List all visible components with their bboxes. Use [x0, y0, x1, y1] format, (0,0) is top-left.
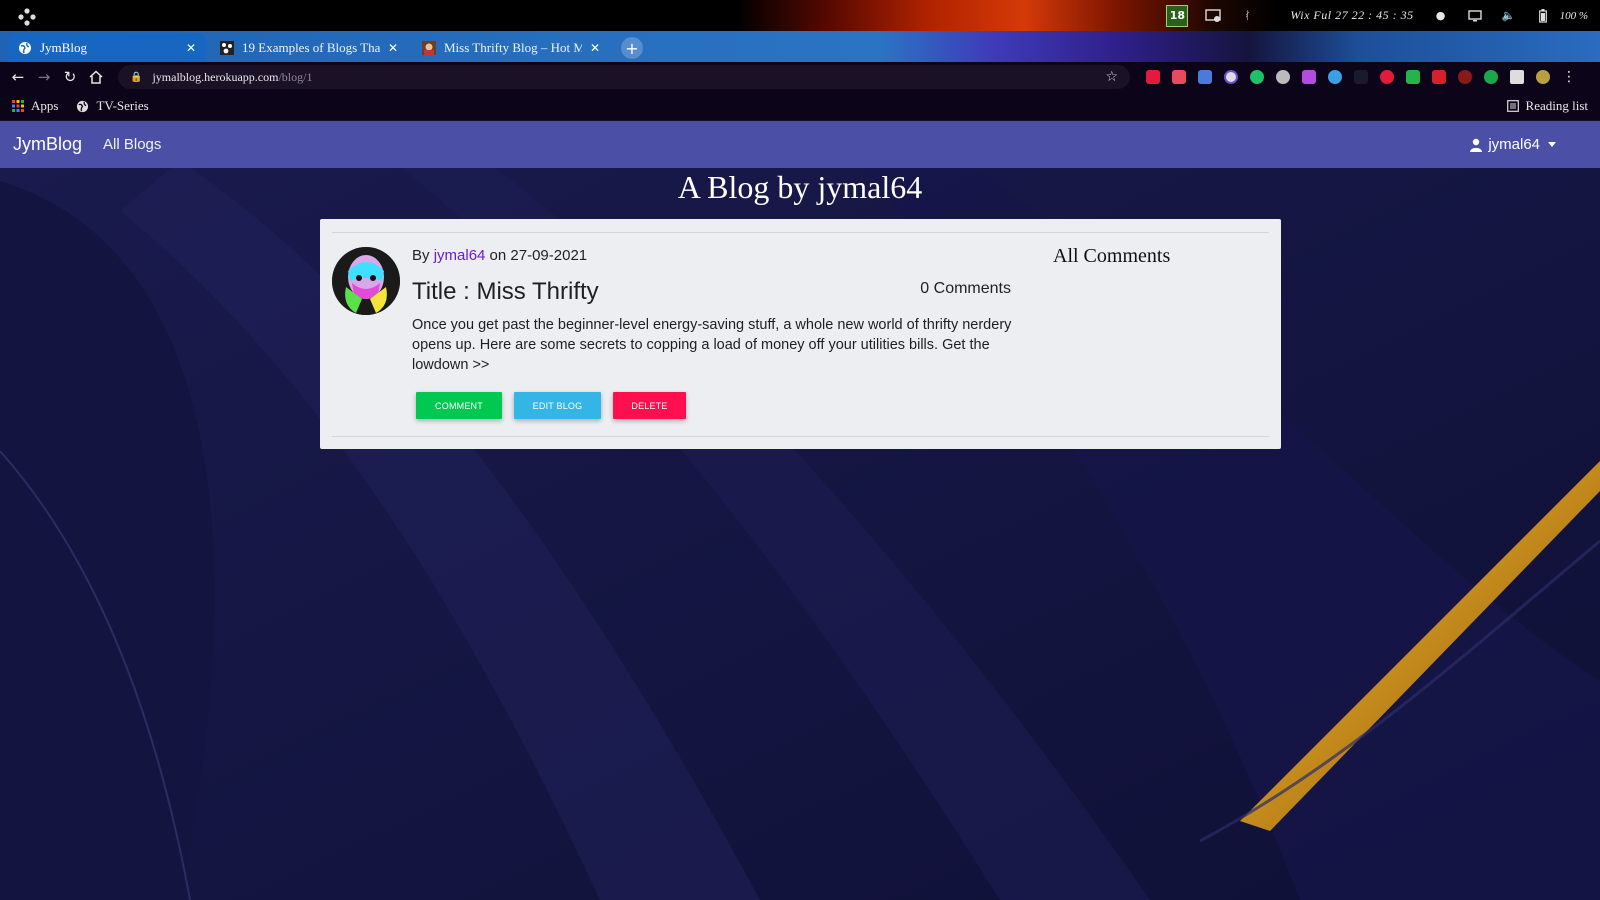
- back-icon[interactable]: ←: [5, 64, 31, 90]
- reload-icon[interactable]: ↻: [57, 64, 83, 90]
- volume-icon[interactable]: 🔈: [1500, 8, 1518, 24]
- comment-button[interactable]: COMMENT: [416, 392, 502, 419]
- extension-plus-icon[interactable]: [1250, 70, 1264, 84]
- user-dropdown[interactable]: jymal64: [1470, 121, 1556, 168]
- delete-button[interactable]: DELETE: [613, 392, 686, 419]
- battery-percent: 100 %: [1559, 9, 1588, 22]
- extension-pdf-icon[interactable]: [1432, 70, 1446, 84]
- globe-icon: [18, 41, 32, 55]
- extension-record-icon[interactable]: [1172, 70, 1186, 84]
- nav-all-blogs[interactable]: All Blogs: [103, 136, 161, 153]
- web-page: JymBlog All Blogs jymal64 A Blog by jyma…: [0, 121, 1600, 900]
- author-avatar: [332, 247, 400, 315]
- edit-blog-button[interactable]: EDIT BLOG: [514, 392, 601, 419]
- tab-title: 19 Examples of Blogs That: [242, 39, 380, 55]
- site-navbar: JymBlog All Blogs jymal64: [0, 121, 1600, 168]
- byline-prefix: By: [412, 247, 430, 264]
- lock-icon[interactable]: 🔒: [130, 72, 142, 83]
- extension-red-play-icon[interactable]: [1146, 70, 1160, 84]
- page-title: A Blog by jymal64: [677, 169, 923, 205]
- close-tab-icon[interactable]: ✕: [388, 41, 398, 55]
- url-path: /blog/1: [278, 69, 313, 84]
- globe-icon: [76, 100, 89, 113]
- battery-icon[interactable]: [1534, 8, 1552, 24]
- extension-dark-icon[interactable]: [1354, 70, 1368, 84]
- extension-green-b-icon[interactable]: [1484, 70, 1498, 84]
- extension-dark-mode-icon[interactable]: [1276, 70, 1290, 84]
- extension-pen-icon[interactable]: [1302, 70, 1316, 84]
- username-label: jymal64: [1488, 136, 1540, 153]
- divider: [332, 232, 1269, 233]
- reading-list-button[interactable]: Reading list: [1506, 98, 1588, 114]
- blog-card: By jymal64 on 27-09-2021 Title : Miss Th…: [320, 219, 1281, 449]
- extension-no-icon[interactable]: [1458, 70, 1472, 84]
- bluetooth-icon[interactable]: ᚰ: [1238, 8, 1256, 24]
- clock[interactable]: Wix Ful 27 22 : 45 : 35: [1290, 8, 1413, 23]
- notification-dot-icon[interactable]: ●: [1432, 8, 1450, 24]
- bookmark-label: TV-Series: [96, 98, 149, 113]
- author-link[interactable]: jymal64: [434, 247, 486, 264]
- tab-blog-examples[interactable]: 19 Examples of Blogs That ✕: [210, 33, 408, 62]
- post-body: Once you get past the beginner-level ene…: [412, 317, 1012, 373]
- reading-list-label: Reading list: [1525, 98, 1588, 113]
- extension-blue-icon[interactable]: [1328, 70, 1342, 84]
- display-icon[interactable]: [1466, 8, 1484, 24]
- screen-record-icon[interactable]: [1204, 8, 1222, 24]
- caret-down-icon: [1548, 142, 1556, 147]
- url-host: jymalblog.herokuapp.com: [152, 69, 279, 84]
- comment-count: 0 Comments: [920, 280, 1011, 297]
- os-menu-icon[interactable]: [17, 8, 37, 26]
- bookmark-tv-series[interactable]: TV-Series: [76, 98, 149, 114]
- extensions-row: ⋮: [1140, 62, 1582, 92]
- forward-icon[interactable]: →: [31, 64, 57, 90]
- user-icon: [1470, 138, 1483, 152]
- bookmarks-bar: Apps TV-Series Reading list: [0, 92, 1600, 121]
- bookmark-apps[interactable]: Apps: [12, 98, 58, 114]
- os-top-bar: 18 ᚰ Wix Ful 27 22 : 45 : 35 ● 🔈 100 %: [0, 0, 1600, 31]
- blog-favicon-icon: [220, 40, 234, 55]
- home-icon[interactable]: [83, 64, 109, 90]
- new-tab-button[interactable]: +: [621, 37, 643, 59]
- calendar-badge[interactable]: 18: [1166, 4, 1189, 27]
- adblock-icon[interactable]: [1380, 70, 1394, 84]
- profile-avatar-icon[interactable]: [1536, 70, 1550, 84]
- extension-block-icon[interactable]: [1224, 70, 1238, 84]
- puzzle-icon[interactable]: [1510, 70, 1524, 84]
- close-tab-icon[interactable]: ✕: [186, 41, 196, 55]
- browser-toolbar: ← → ↻ 🔒 jymalblog.herokuapp.com/blog/1 ☆…: [0, 62, 1600, 92]
- post-title: Title : Miss Thrifty: [412, 278, 599, 305]
- extension-translate-icon[interactable]: [1198, 70, 1212, 84]
- miss-thrifty-favicon-icon: [422, 40, 436, 55]
- comments-heading: All Comments: [1053, 245, 1171, 267]
- bookmark-label: Apps: [31, 98, 59, 113]
- tab-title: Miss Thrifty Blog – Hot Mo: [444, 39, 582, 55]
- apps-grid-icon: [12, 100, 24, 112]
- tab-jymblog[interactable]: JymBlog ✕: [8, 33, 206, 62]
- post-date: on 27-09-2021: [489, 247, 588, 264]
- post-byline: By jymal64 on 27-09-2021: [412, 247, 587, 264]
- extension-shield-icon[interactable]: [1406, 70, 1420, 84]
- brand-logo[interactable]: JymBlog: [13, 134, 82, 155]
- tab-miss-thrifty[interactable]: Miss Thrifty Blog – Hot Mo ✕: [412, 33, 610, 62]
- browser-tab-strip: JymBlog ✕ 19 Examples of Blogs That ✕ Mi…: [0, 31, 1600, 85]
- reading-list-icon: [1506, 100, 1519, 112]
- tab-title: JymBlog: [40, 39, 87, 55]
- close-tab-icon[interactable]: ✕: [590, 41, 600, 55]
- address-bar[interactable]: 🔒 jymalblog.herokuapp.com/blog/1 ☆: [118, 65, 1130, 89]
- bookmark-star-icon[interactable]: ☆: [1105, 69, 1118, 85]
- menu-dots-icon[interactable]: ⋮: [1556, 64, 1582, 90]
- divider: [332, 436, 1269, 437]
